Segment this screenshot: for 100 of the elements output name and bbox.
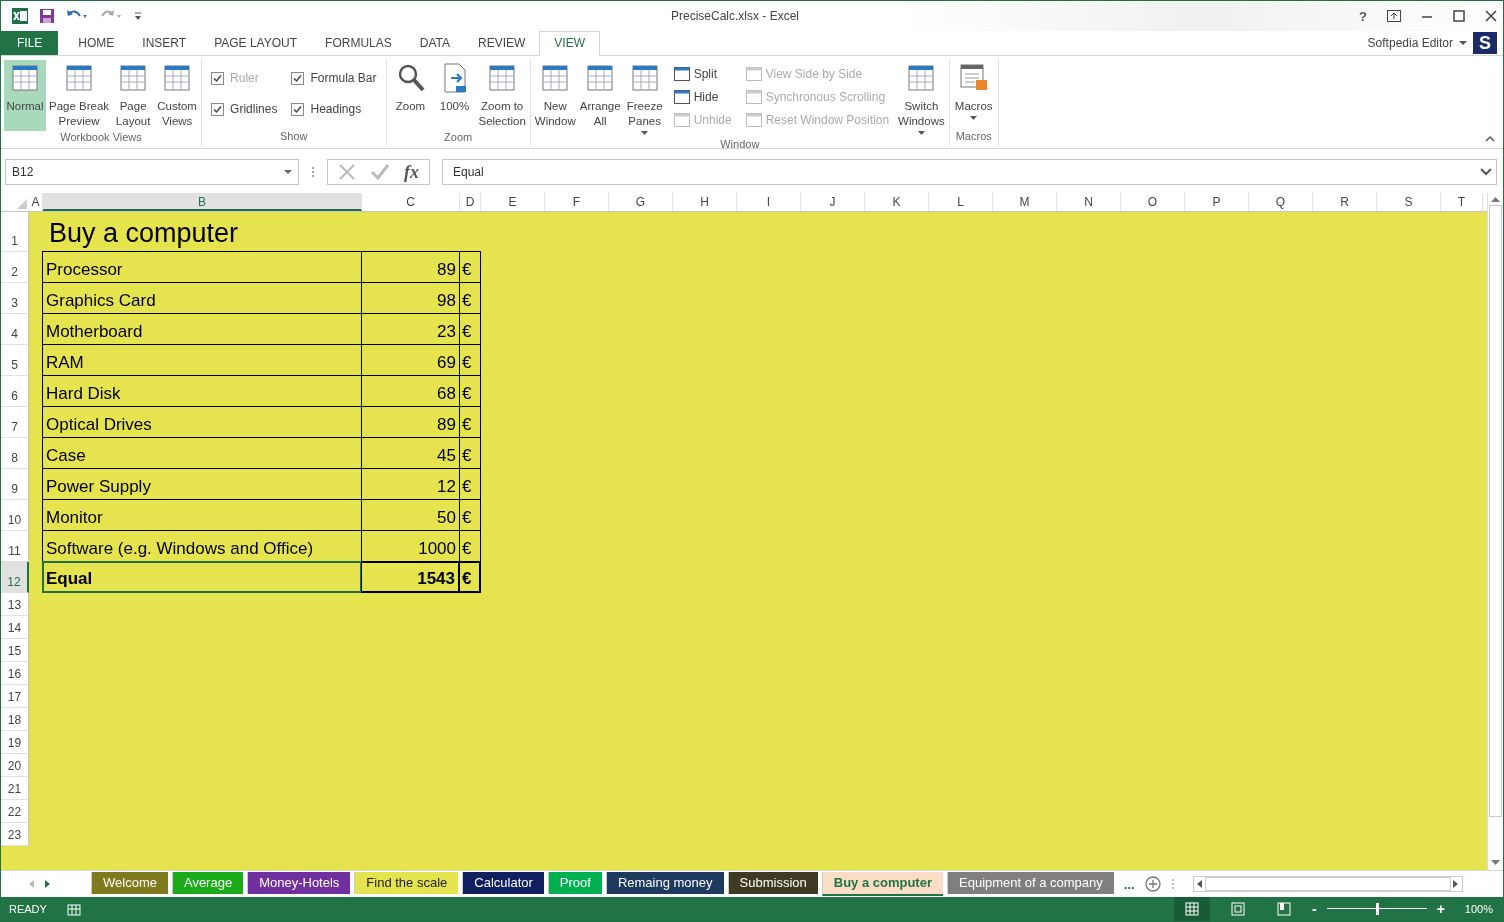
caret-icon[interactable] bbox=[1459, 40, 1467, 46]
column-header[interactable]: T bbox=[1441, 193, 1483, 211]
close-icon[interactable] bbox=[1485, 10, 1497, 22]
caret-icon[interactable] bbox=[284, 169, 292, 175]
column-header[interactable]: B bbox=[43, 193, 362, 211]
row-header[interactable]: 22 bbox=[1, 800, 29, 823]
row-header[interactable]: 11 bbox=[1, 531, 29, 562]
row-header[interactable]: 7 bbox=[1, 407, 29, 438]
scroll-thumb[interactable] bbox=[1489, 205, 1502, 817]
ribbon-button[interactable]: Normal bbox=[4, 60, 46, 131]
row-header[interactable]: 23 bbox=[1, 823, 29, 846]
ribbon-button[interactable]: Macros bbox=[952, 60, 995, 130]
horizontal-scrollbar[interactable] bbox=[1192, 876, 1463, 892]
column-header[interactable]: S bbox=[1377, 193, 1441, 211]
user-name[interactable]: Softpedia Editor bbox=[1367, 36, 1453, 50]
row-header[interactable]: 12 bbox=[1, 562, 29, 593]
column-header[interactable]: K bbox=[865, 193, 929, 211]
checkbox[interactable]: Gridlines bbox=[211, 97, 278, 121]
scroll-thumb[interactable] bbox=[1204, 877, 1451, 891]
save-icon[interactable] bbox=[39, 8, 55, 24]
ribbon-button[interactable]: Custom Views bbox=[156, 60, 199, 131]
ribbon-button[interactable]: Zoom to Selection bbox=[477, 60, 527, 131]
zoom-level[interactable]: 100% bbox=[1464, 903, 1493, 915]
row-header[interactable]: 9 bbox=[1, 469, 29, 500]
ribbon-tab[interactable]: VIEW bbox=[539, 31, 600, 56]
ribbon-tab[interactable]: INSERT bbox=[128, 32, 201, 55]
row-header[interactable]: 1 bbox=[1, 212, 29, 252]
sheet-tab[interactable]: Find the scale bbox=[354, 872, 459, 894]
row-header[interactable]: 19 bbox=[1, 731, 29, 754]
zoom-in-button[interactable]: + bbox=[1436, 901, 1445, 917]
ribbon-button[interactable]: Switch Windows bbox=[897, 60, 946, 138]
row-header[interactable]: 16 bbox=[1, 662, 29, 685]
sheet-tab[interactable]: Equipment of a company bbox=[947, 872, 1114, 894]
row-header[interactable]: 14 bbox=[1, 616, 29, 639]
checkbox[interactable]: Formula Bar bbox=[291, 66, 377, 90]
column-header[interactable]: N bbox=[1057, 193, 1121, 211]
row-header[interactable]: 6 bbox=[1, 376, 29, 407]
checkbox-icon[interactable] bbox=[291, 102, 305, 116]
ribbon-tab[interactable]: DATA bbox=[405, 32, 464, 55]
row-header[interactable]: 3 bbox=[1, 283, 29, 314]
row-header[interactable]: 17 bbox=[1, 685, 29, 708]
ribbon-tab[interactable]: FORMULAS bbox=[311, 32, 406, 55]
add-sheet-icon[interactable] bbox=[1144, 876, 1161, 892]
column-header[interactable]: E bbox=[481, 193, 545, 211]
scroll-right-icon[interactable] bbox=[1452, 880, 1459, 888]
row-header[interactable]: 20 bbox=[1, 754, 29, 777]
collapse-ribbon-icon[interactable] bbox=[1485, 135, 1495, 142]
view-button[interactable] bbox=[1174, 897, 1210, 921]
help-button[interactable]: ? bbox=[1359, 8, 1367, 24]
row-header[interactable]: 2 bbox=[1, 252, 29, 283]
ribbon-display-icon[interactable] bbox=[1387, 10, 1401, 22]
column-header[interactable]: J bbox=[801, 193, 865, 211]
checkbox-icon[interactable] bbox=[291, 71, 305, 85]
row-header[interactable]: 10 bbox=[1, 500, 29, 531]
ribbon-button[interactable]: Split bbox=[673, 66, 732, 82]
ribbon-button[interactable]: Hide bbox=[673, 89, 732, 105]
name-box[interactable]: B12 bbox=[5, 159, 299, 185]
record-macro-icon[interactable] bbox=[66, 902, 81, 916]
splitter-handle-icon[interactable] bbox=[1170, 878, 1175, 890]
expand-icon[interactable] bbox=[1480, 168, 1492, 176]
ribbon-tab[interactable]: PAGE LAYOUT bbox=[200, 32, 312, 55]
ribbon-button[interactable]: Zoom bbox=[389, 60, 432, 131]
ribbon-button[interactable]: Arrange All bbox=[578, 60, 622, 138]
file-tab[interactable]: FILE bbox=[1, 31, 59, 55]
ribbon-button[interactable]: Freeze Panes bbox=[623, 60, 666, 138]
row-header[interactable]: 5 bbox=[1, 345, 29, 376]
insert-function-button[interactable]: fx bbox=[404, 161, 419, 183]
zoom-out-button[interactable]: - bbox=[1312, 901, 1317, 917]
scroll-left-icon[interactable] bbox=[1196, 880, 1203, 888]
column-header[interactable]: P bbox=[1185, 193, 1249, 211]
column-header[interactable]: C bbox=[362, 193, 460, 211]
vertical-scrollbar[interactable] bbox=[1487, 193, 1503, 870]
next-sheet-icon[interactable] bbox=[45, 880, 51, 888]
column-header[interactable]: M bbox=[993, 193, 1057, 211]
row-header[interactable]: 4 bbox=[1, 314, 29, 345]
enter-check-icon[interactable] bbox=[370, 163, 390, 181]
checkbox-icon[interactable] bbox=[211, 102, 225, 116]
ribbon-button[interactable]: Page Break Preview bbox=[48, 60, 111, 131]
row-header[interactable]: 18 bbox=[1, 708, 29, 731]
row-header[interactable]: 15 bbox=[1, 639, 29, 662]
sheet-tab[interactable]: Remaing money bbox=[605, 872, 724, 894]
ribbon-button[interactable]: 100% bbox=[433, 60, 476, 131]
row-header[interactable]: 21 bbox=[1, 777, 29, 800]
column-header[interactable]: L bbox=[929, 193, 993, 211]
sheet-tab[interactable]: Calculator bbox=[462, 872, 544, 894]
column-header[interactable]: F bbox=[545, 193, 609, 211]
checkbox[interactable]: Headings bbox=[291, 97, 377, 121]
ribbon-tab[interactable]: HOME bbox=[64, 32, 129, 55]
column-header[interactable]: O bbox=[1121, 193, 1185, 211]
column-header[interactable]: Q bbox=[1249, 193, 1313, 211]
column-header[interactable]: G bbox=[609, 193, 673, 211]
column-header[interactable]: H bbox=[673, 193, 737, 211]
scroll-down-icon[interactable] bbox=[1491, 860, 1500, 866]
sheet-tab[interactable]: Money-Hotels bbox=[247, 872, 351, 894]
sheet-tab[interactable]: Submission bbox=[727, 872, 818, 894]
row-header[interactable]: 13 bbox=[1, 593, 29, 616]
sheet-tab[interactable]: Welcome bbox=[91, 872, 168, 894]
column-header[interactable]: R bbox=[1313, 193, 1377, 211]
column-header[interactable]: D bbox=[460, 193, 481, 211]
more-sheets-button[interactable]: ... bbox=[1123, 876, 1135, 892]
